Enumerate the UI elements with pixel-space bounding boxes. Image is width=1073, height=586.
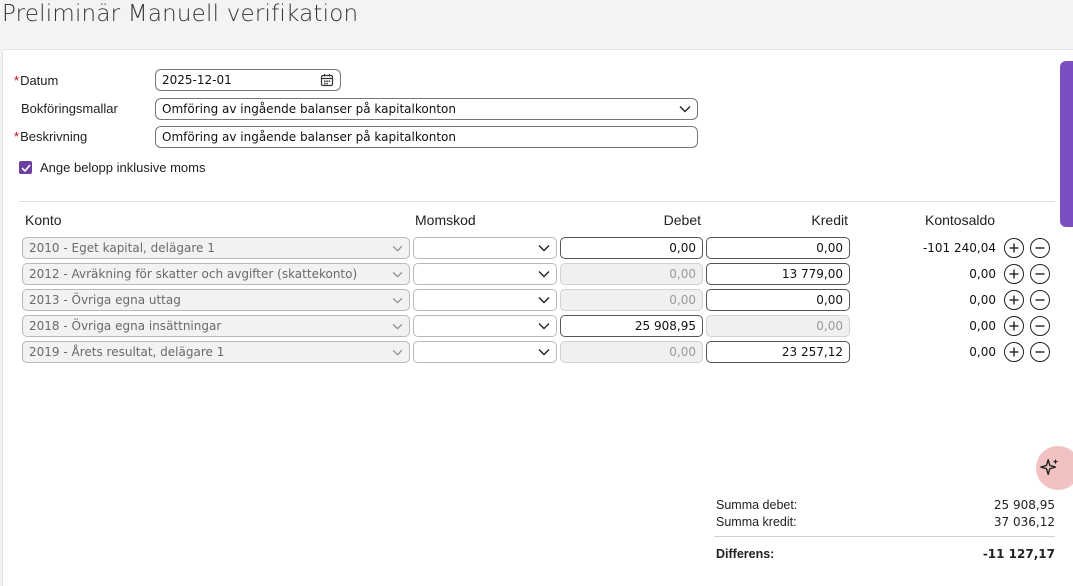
differens-label: Differens: [716,547,775,561]
summa-kredit-label: Summa kredit: [716,515,797,529]
ai-assistant-button[interactable] [1036,446,1073,490]
summary-divider [714,536,1055,537]
plus-circle-icon [1008,346,1020,358]
remove-row-button[interactable] [1030,316,1050,336]
remove-row-button[interactable] [1030,342,1050,362]
kontosaldo-value: 0,00 [969,293,996,307]
konto-value: 2013 - Övriga egna uttag [29,293,181,307]
mallar-value: Omföring av ingående balanser på kapital… [162,102,456,116]
momskod-select[interactable] [413,237,557,259]
remove-row-button[interactable] [1030,238,1050,258]
beskrivning-label: *Beskrivning [14,129,88,144]
side-panel-tab[interactable] [1060,61,1073,227]
kontosaldo-value: 0,00 [969,345,996,359]
kontosaldo-value: -101 240,04 [922,241,996,255]
col-kontosaldo: Kontosaldo [925,212,996,228]
chevron-down-icon [538,238,550,258]
add-row-button[interactable] [1004,316,1024,336]
add-row-button[interactable] [1004,264,1024,284]
required-marker: * [14,129,20,144]
chevron-down-icon [392,342,403,362]
add-row-button[interactable] [1004,342,1024,362]
calendar-icon[interactable] [320,70,334,90]
mallar-select[interactable]: Omföring av ingående balanser på kapital… [155,98,698,120]
kontosaldo-value: 0,00 [969,267,996,281]
chevron-down-icon [538,316,550,336]
chevron-down-icon [392,238,403,258]
kredit-input: 0,00 [706,315,850,337]
chevron-down-icon [538,342,550,362]
summa-debet-value: 25 908,95 [993,498,1055,512]
remove-row-button[interactable] [1030,290,1050,310]
konto-select[interactable]: 2012 - Avräkning för skatter och avgifte… [22,263,410,285]
datum-value: 2025-12-01 [162,73,232,87]
col-kredit: Kredit [811,212,848,228]
debet-input: 0,00 [560,341,703,363]
summa-debet-label: Summa debet: [716,498,798,512]
konto-select[interactable]: 2010 - Eget kapital, delägare 1 [22,237,410,259]
konto-select[interactable]: 2013 - Övriga egna uttag [22,289,410,311]
remove-row-button[interactable] [1030,264,1050,284]
mallar-label: Bokföringsmallar [21,101,118,116]
momskod-select[interactable] [413,289,557,311]
konto-value: 2010 - Eget kapital, delägare 1 [29,241,215,255]
debet-input: 0,00 [560,263,703,285]
summa-kredit-value: 37 036,12 [993,515,1055,529]
plus-circle-icon [1008,320,1020,332]
datum-label: *Datum [14,73,59,88]
chevron-down-icon [538,290,550,310]
plus-circle-icon [1008,242,1020,254]
chevron-down-icon [392,316,403,336]
chevron-down-icon [392,264,403,284]
konto-select[interactable]: 2019 - Årets resultat, delägare 1 [22,341,410,363]
beskrivning-value: Omföring av ingående balanser på kapital… [162,130,456,144]
kredit-input[interactable]: 0,00 [706,289,850,311]
page-title: Preliminär Manuell verifikation [2,1,359,27]
momskod-select[interactable] [413,263,557,285]
minus-circle-icon [1034,268,1046,280]
debet-input: 0,00 [560,289,703,311]
chevron-down-icon [392,290,403,310]
momskod-select[interactable] [413,341,557,363]
moms-checkbox-label[interactable]: Ange belopp inklusive moms [40,160,205,176]
debet-input[interactable]: 0,00 [560,237,703,259]
col-momskod: Momskod [415,212,476,228]
debet-input[interactable]: 25 908,95 [560,315,703,337]
kredit-input[interactable]: 23 257,12 [706,341,850,363]
sparkle-icon [1039,457,1061,479]
section-divider [19,201,1055,202]
beskrivning-input[interactable]: Omföring av ingående balanser på kapital… [155,126,698,148]
momskod-select[interactable] [413,315,557,337]
konto-value: 2018 - Övriga egna insättningar [29,319,222,333]
datum-input[interactable]: 2025-12-01 [155,69,341,91]
moms-checkbox[interactable] [19,161,32,174]
kredit-input[interactable]: 13 779,00 [706,263,850,285]
add-row-button[interactable] [1004,238,1024,258]
required-marker: * [14,73,20,88]
minus-circle-icon [1034,294,1046,306]
konto-value: 2019 - Årets resultat, delägare 1 [29,345,225,359]
kontosaldo-value: 0,00 [969,319,996,333]
plus-circle-icon [1008,294,1020,306]
chevron-down-icon [538,264,550,284]
chevron-down-icon [679,99,691,119]
minus-circle-icon [1034,320,1046,332]
minus-circle-icon [1034,242,1046,254]
konto-select[interactable]: 2018 - Övriga egna insättningar [22,315,410,337]
add-row-button[interactable] [1004,290,1024,310]
konto-value: 2012 - Avräkning för skatter och avgifte… [29,267,358,281]
kredit-input[interactable]: 0,00 [706,237,850,259]
differens-value: -11 127,17 [982,547,1055,561]
plus-circle-icon [1008,268,1020,280]
minus-circle-icon [1034,346,1046,358]
col-debet: Debet [663,212,701,228]
col-konto: Konto [25,212,62,228]
